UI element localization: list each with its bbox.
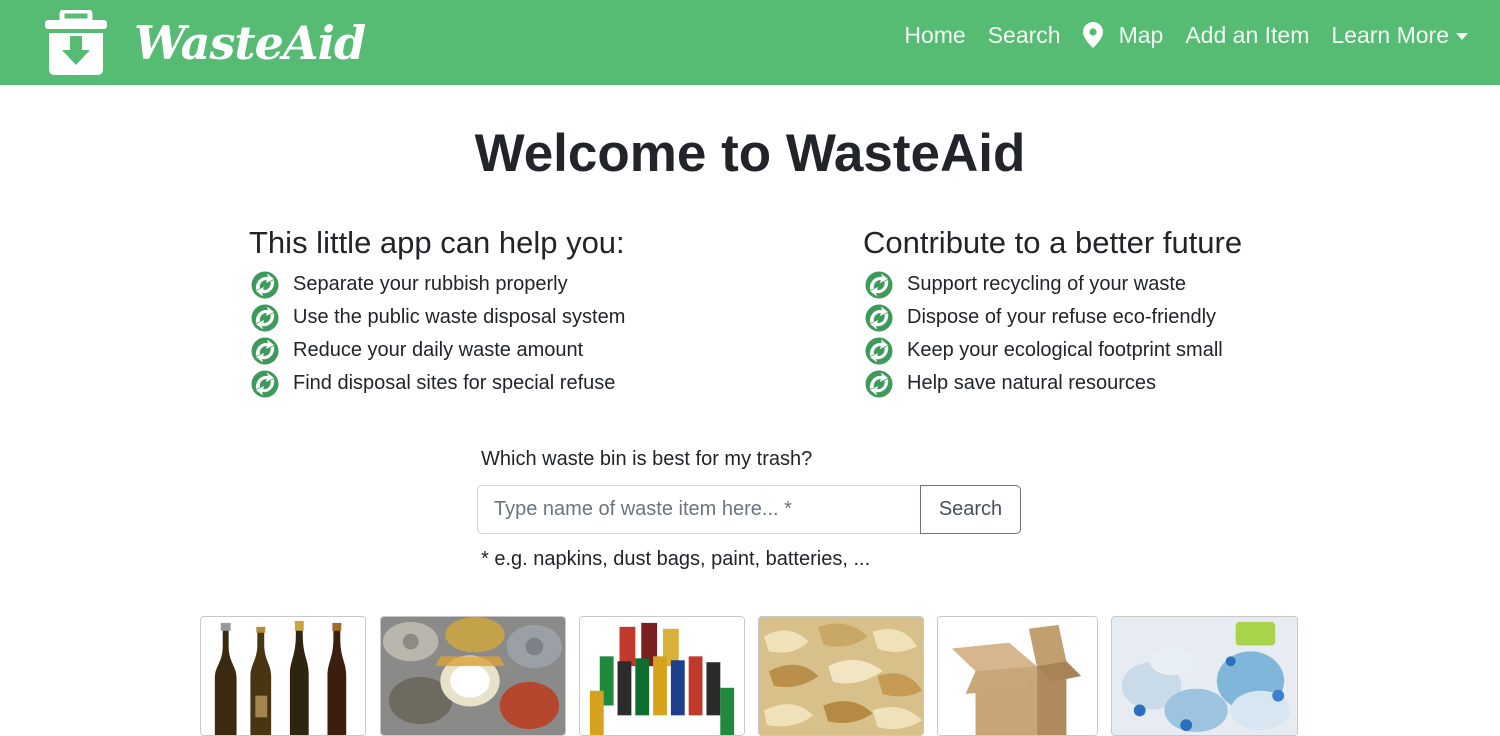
search-group: Search [477, 485, 1021, 534]
list-item: Support recycling of your waste [863, 268, 1242, 301]
contribute-heading: Contribute to a better future [863, 225, 1243, 260]
category-card-organic[interactable] [758, 616, 924, 736]
cardboard-box-image [938, 617, 1097, 735]
navbar: WasteAid Home Search Map Add an Item Lea… [0, 0, 1500, 85]
plastic-bottles-image [1112, 617, 1297, 735]
nav-search-label: Search [987, 21, 1061, 48]
recycle-arrows-icon [865, 304, 893, 331]
search-hint: * e.g. napkins, dust bags, paint, batter… [481, 548, 871, 570]
search-button[interactable]: Search [920, 485, 1021, 534]
nav-home[interactable]: Home [904, 22, 965, 49]
organic-peels-image [759, 617, 923, 735]
nav-map-label: Map [1118, 21, 1164, 48]
brand-link[interactable]: WasteAid [44, 0, 366, 85]
recycle-arrows-icon [251, 271, 279, 298]
list-item: Reduce your daily waste amount [249, 334, 625, 367]
metal-cans-image [381, 617, 565, 735]
page-title: Welcome to WasteAid [474, 124, 1026, 183]
category-card-batteries[interactable] [579, 616, 745, 736]
recycle-arrows-icon [865, 370, 893, 397]
benefits-list: Separate your rubbish properly Use the p… [249, 268, 625, 400]
batteries-image [580, 617, 744, 735]
list-item-text: Keep your ecological footprint small [907, 339, 1223, 361]
category-card-metal[interactable] [380, 616, 566, 736]
nav-search[interactable]: Search [988, 22, 1061, 49]
recycle-arrows-icon [251, 370, 279, 397]
category-card-paper[interactable] [937, 616, 1098, 736]
recycle-arrows-icon [865, 337, 893, 364]
nav-home-label: Home [904, 21, 966, 48]
list-item: Separate your rubbish properly [249, 268, 625, 301]
list-item-text: Separate your rubbish properly [293, 273, 568, 295]
list-item: Dispose of your refuse eco-friendly [863, 301, 1242, 334]
search-question: Which waste bin is best for my trash? [481, 448, 813, 470]
category-card-glass[interactable] [200, 616, 366, 736]
list-item-text: Find disposal sites for special refuse [293, 372, 616, 394]
trash-bin-download-icon [45, 9, 107, 75]
list-item-text: Reduce your daily waste amount [293, 339, 584, 361]
benefits-column: This little app can help you: Separate y… [249, 224, 625, 400]
nav-map[interactable]: Map [1082, 21, 1164, 49]
nav-learn-more-dropdown[interactable]: Learn More [1331, 22, 1468, 49]
map-pin-icon [1082, 22, 1103, 48]
list-item: Keep your ecological footprint small [863, 334, 1242, 367]
contribute-column: Contribute to a better future Support re… [863, 224, 1242, 400]
list-item-text: Help save natural resources [907, 372, 1157, 394]
list-item: Use the public waste disposal system [249, 301, 625, 334]
list-item: Help save natural resources [863, 367, 1242, 400]
list-item-text: Use the public waste disposal system [293, 306, 626, 328]
list-item: Find disposal sites for special refuse [249, 367, 625, 400]
recycle-arrows-icon [251, 304, 279, 331]
brand-name: WasteAid [134, 15, 366, 70]
contribute-list: Support recycling of your waste Dispose … [863, 268, 1242, 400]
caret-down-icon [1456, 32, 1468, 40]
category-card-plastic[interactable] [1111, 616, 1298, 736]
list-item-text: Dispose of your refuse eco-friendly [907, 306, 1217, 328]
benefits-heading: This little app can help you: [249, 225, 625, 260]
main-nav: Home Search Map Add an Item Learn More [904, 0, 1468, 70]
nav-learn-more-label: Learn More [1331, 21, 1449, 48]
recycle-arrows-icon [251, 337, 279, 364]
search-input[interactable] [477, 485, 920, 534]
nav-add-item-label: Add an Item [1185, 21, 1310, 48]
list-item-text: Support recycling of your waste [907, 273, 1187, 295]
recycle-arrows-icon [865, 271, 893, 298]
glass-bottles-image [201, 617, 365, 735]
nav-add-item[interactable]: Add an Item [1185, 22, 1309, 49]
